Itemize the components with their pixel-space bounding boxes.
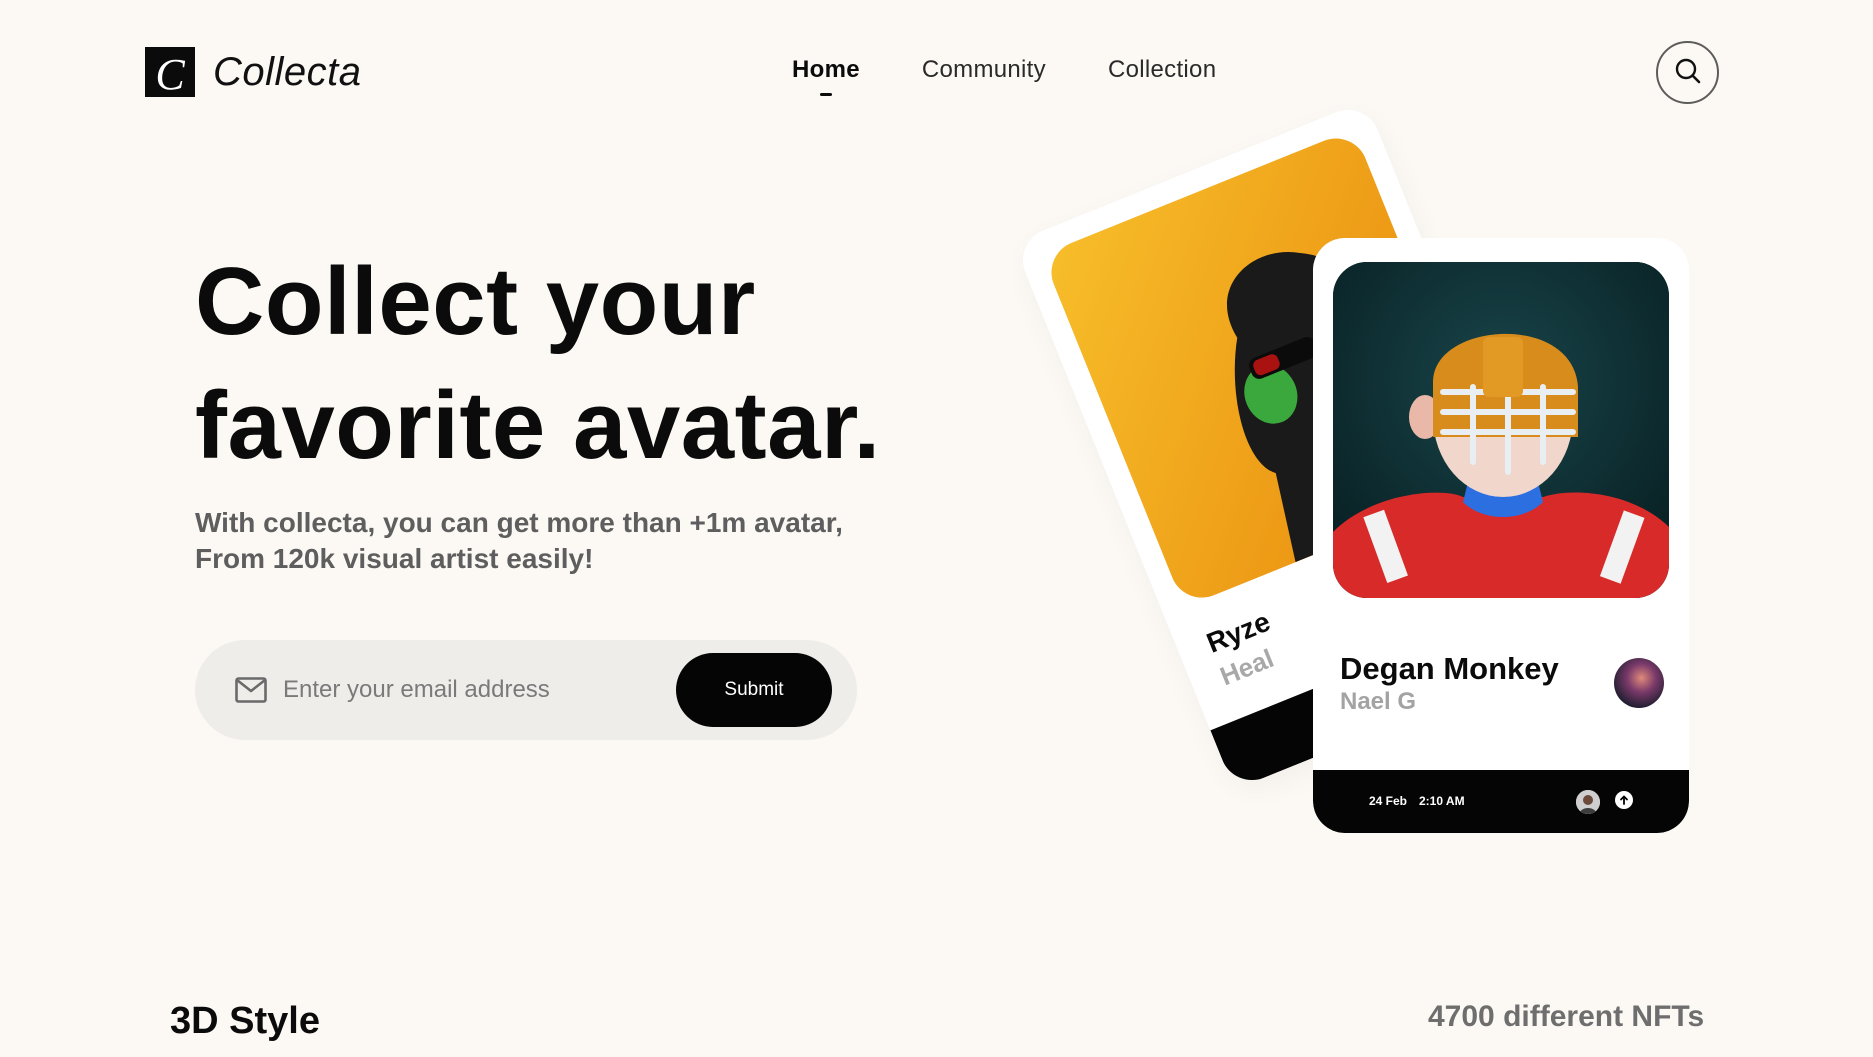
email-signup-form: Submit	[195, 640, 857, 740]
nft-image-degan-monkey	[1333, 262, 1669, 598]
hero-subtitle: With collecta, you can get more than +1m…	[195, 505, 915, 577]
nft-title-front: Degan Monkey	[1340, 651, 1559, 686]
hero-title-line-2: favorite avatar.	[195, 372, 881, 479]
brand-logo[interactable]: C Collecta	[145, 47, 362, 97]
hero-subtitle-line-1: With collecta, you can get more than +1m…	[195, 507, 843, 538]
main-nav: Home Community Collection	[792, 56, 1216, 84]
hero-subtitle-line-2: From 120k visual artist easily!	[195, 543, 594, 574]
hero-title: Collect your favorite avatar.	[195, 240, 955, 488]
nft-count: 4700 different NFTs	[1428, 1000, 1705, 1033]
nav-item-collection[interactable]: Collection	[1108, 56, 1216, 84]
arrow-up-icon[interactable]	[1615, 791, 1633, 809]
search-button[interactable]	[1656, 41, 1719, 104]
owner-avatar[interactable]	[1576, 790, 1600, 814]
search-icon	[1674, 57, 1702, 88]
section-title: 3D Style	[170, 1000, 320, 1042]
creator-avatar[interactable]	[1614, 658, 1664, 708]
landing-page: C Collecta Home Community Collection Col…	[0, 0, 1873, 1057]
collecta-logo-icon: C	[145, 47, 195, 97]
mail-icon	[235, 674, 267, 706]
nft-author-front: Nael G	[1340, 688, 1417, 715]
nft-card-front[interactable]: Degan Monkey Nael G 24 Feb 2:10 AM	[1313, 238, 1689, 833]
nav-item-community[interactable]: Community	[922, 56, 1046, 84]
card-date: 24 Feb	[1369, 794, 1408, 808]
card-footer-front: 24 Feb 2:10 AM	[1313, 770, 1689, 833]
submit-button[interactable]: Submit	[676, 653, 832, 727]
brand-name: Collecta	[213, 49, 362, 94]
email-input[interactable]	[283, 676, 663, 704]
hero-title-line-1: Collect your	[195, 248, 756, 355]
nav-item-home[interactable]: Home	[792, 56, 860, 84]
card-time: 2:10 AM	[1419, 794, 1465, 808]
